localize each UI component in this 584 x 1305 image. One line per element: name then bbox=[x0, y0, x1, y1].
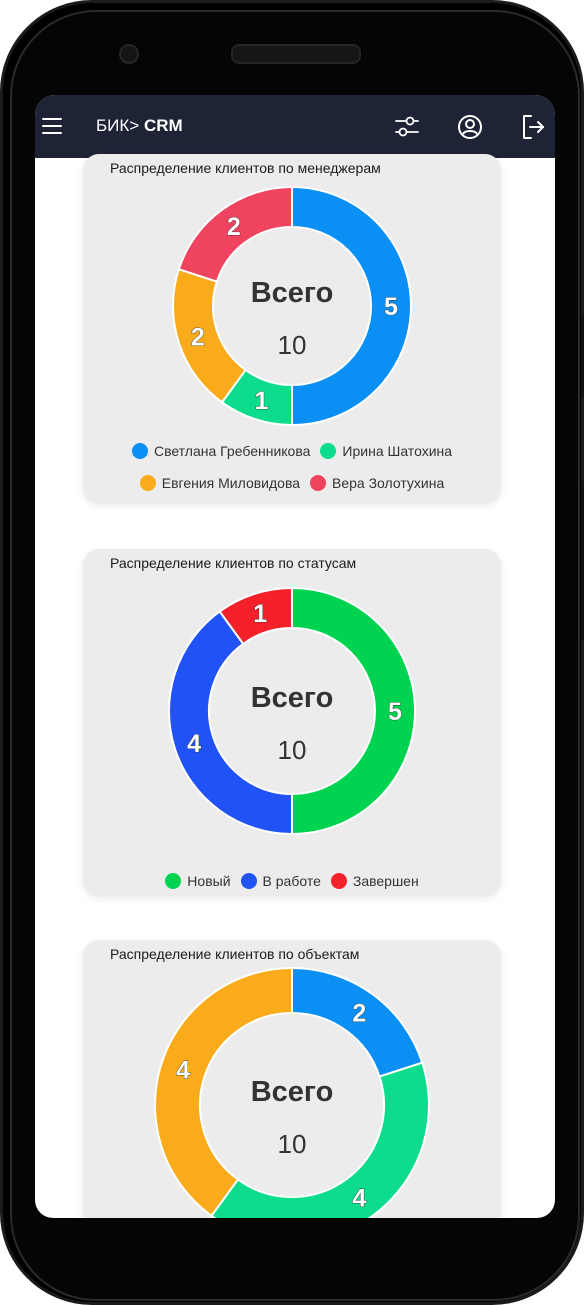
legend-color-dot bbox=[139, 475, 156, 491]
donut-chart-objects: 2 4 4 Всего 10 bbox=[154, 966, 430, 1218]
chart-card-objects: Распределение клиентов по объектам 2 4 4 Вс… bbox=[83, 940, 501, 1218]
brand-logo[interactable]: БИК> CRM bbox=[96, 116, 183, 136]
segment-value-label: 5 bbox=[388, 698, 402, 726]
brand-name: CRM bbox=[143, 116, 183, 135]
donut-center-label: Всего bbox=[251, 1076, 334, 1108]
legend-item[interactable]: Светлана Гребенникова bbox=[131, 443, 311, 459]
legend-color-dot bbox=[310, 475, 327, 491]
legend-label: Ирина Шатохина bbox=[342, 443, 453, 459]
dashboard-content: Распределение клиентов по менеджерам 5 1 2… bbox=[35, 154, 555, 1218]
front-camera bbox=[119, 44, 139, 64]
donut-center-label: Всего bbox=[251, 682, 334, 714]
legend-row: Светлана Гребенникова Ирина Шатохина bbox=[83, 441, 501, 461]
legend-label: Евгения Миловидова bbox=[161, 475, 301, 491]
segment-value-label: 2 bbox=[352, 999, 366, 1027]
segment-value-label: 1 bbox=[253, 600, 267, 628]
legend-color-dot bbox=[330, 873, 347, 889]
legend-label: Новый bbox=[187, 873, 231, 889]
legend-color-dot bbox=[240, 873, 257, 889]
legend-label: Светлана Гребенникова bbox=[153, 443, 311, 459]
hamburger-menu-icon[interactable] bbox=[42, 118, 62, 135]
legend-color-dot bbox=[131, 443, 148, 459]
user-circle-icon[interactable] bbox=[456, 113, 484, 141]
earpiece-speaker bbox=[231, 44, 361, 64]
legend-item[interactable]: Евгения Миловидова bbox=[139, 475, 301, 491]
donut-chart-statuses: 5 4 1 Всего 10 bbox=[168, 586, 416, 836]
phone-frame: БИК> CRM Распределение клиентов по менед… bbox=[0, 0, 584, 1305]
donut-chart-managers: 5 1 2 2 Всего 10 bbox=[172, 185, 412, 427]
screen: БИК> CRM Распределение клиентов по менед… bbox=[35, 95, 555, 1218]
chart-card-managers: Распределение клиентов по менеджерам 5 1 2… bbox=[83, 154, 501, 504]
chart-title: Распределение клиентов по статусам bbox=[110, 555, 357, 571]
chart-card-statuses: Распределение клиентов по статусам 5 4 1 Вс… bbox=[83, 549, 501, 897]
donut-center-total: 10 bbox=[278, 330, 307, 360]
legend-row: Евгения Миловидова Вера Золотухина bbox=[83, 473, 501, 493]
legend-row: Новый В работе Завершен bbox=[83, 871, 501, 891]
legend-label: Вера Золотухина bbox=[332, 475, 445, 491]
donut-segment[interactable] bbox=[168, 610, 293, 836]
segment-value-label: 2 bbox=[227, 213, 241, 241]
legend-item[interactable]: Завершен bbox=[330, 873, 419, 889]
donut-center-label: Всего bbox=[251, 277, 334, 309]
legend-color-dot bbox=[165, 873, 182, 889]
logout-icon[interactable] bbox=[519, 113, 547, 141]
segment-value-label: 4 bbox=[352, 1185, 366, 1213]
donut-segment[interactable] bbox=[172, 267, 247, 404]
legend-item[interactable]: Новый bbox=[165, 873, 231, 889]
legend-item[interactable]: Ирина Шатохина bbox=[320, 443, 452, 459]
legend-color-dot bbox=[320, 443, 337, 459]
donut-center-total: 10 bbox=[278, 735, 307, 765]
legend-label: В работе bbox=[262, 873, 321, 889]
chart-title: Распределение клиентов по менеджерам bbox=[110, 160, 381, 176]
sliders-icon[interactable] bbox=[393, 113, 421, 141]
segment-value-label: 4 bbox=[187, 730, 201, 758]
segment-value-label: 4 bbox=[176, 1057, 190, 1085]
chart-legend: Новый В работе Завершен bbox=[83, 871, 501, 891]
chart-legend: Светлана Гребенникова Ирина Шатохина Евген… bbox=[83, 441, 501, 493]
segment-value-label: 5 bbox=[384, 293, 398, 321]
legend-item[interactable]: В работе bbox=[240, 873, 321, 889]
legend-label: Завершен bbox=[352, 873, 419, 889]
top-navbar: БИК> CRM bbox=[35, 95, 555, 158]
segment-value-label: 1 bbox=[254, 387, 268, 415]
brand-prefix: БИК> bbox=[96, 116, 140, 135]
legend-item[interactable]: Вера Золотухина bbox=[310, 475, 444, 491]
segment-value-label: 2 bbox=[191, 324, 205, 352]
donut-center-total: 10 bbox=[278, 1129, 307, 1159]
